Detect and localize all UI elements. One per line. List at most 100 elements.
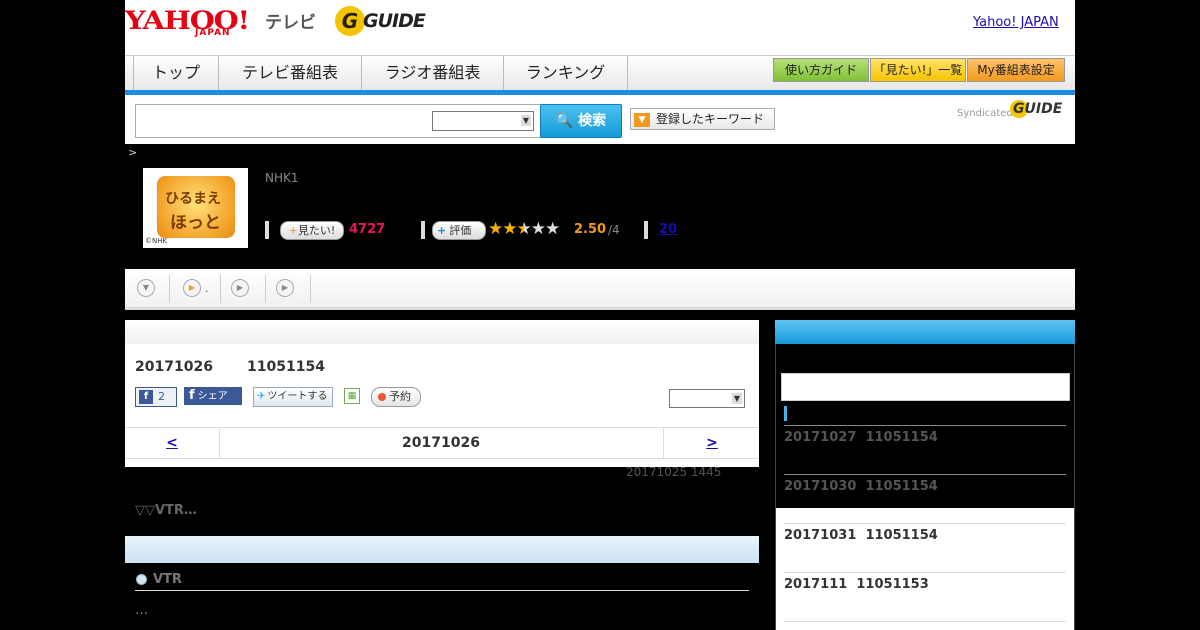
rating-max: /4 [608, 223, 620, 237]
list-item-date: 2017111 [784, 577, 848, 592]
list-item[interactable]: 2017111 11051153 [784, 577, 929, 592]
list-item-id: 11051154 [865, 528, 938, 543]
list-item[interactable]: 20171031 11051154 [784, 528, 938, 543]
play-icon[interactable]: ▶ [231, 279, 249, 297]
mitai-list-button[interactable]: 「見たい!」一覧 [870, 58, 966, 82]
star-icon: ★ [530, 219, 546, 239]
tab-divider [310, 275, 311, 303]
tv-label[interactable]: テレビ [265, 8, 316, 33]
thumbnail-credit: ©NHK [145, 237, 168, 245]
guide-button[interactable]: 使い方ガイド [773, 58, 869, 82]
nav-tab-top[interactable]: トップ [134, 56, 219, 90]
episode-panel-header [125, 320, 759, 344]
divider [421, 221, 425, 239]
plus-icon: + [288, 224, 298, 237]
episode-panel: 20171026 11051154 f2 f シェア ✈ ツイートする ▦ 予約 ▼… [125, 320, 759, 467]
add-calendar-icon[interactable]: ▦ [344, 388, 360, 404]
nav-tab-tv-listings[interactable]: テレビ番組表 [219, 56, 362, 90]
record-icon [378, 393, 386, 401]
rating-value: 2.50 [574, 222, 607, 237]
site-header: YAHOO! JAPAN テレビ G GUIDE Yahoo! JAPAN [125, 0, 1075, 55]
search-category-select[interactable]: ▼ [432, 111, 534, 131]
search-button[interactable]: 🔍 検索 [540, 104, 622, 138]
rate-button[interactable]: + 評価 [432, 221, 486, 240]
facebook-icon: f [189, 388, 195, 403]
divider [644, 221, 648, 239]
tab-divider [220, 275, 221, 303]
registered-keywords-label: 登録したキーワード [656, 112, 765, 126]
star-icon: ★ [545, 219, 560, 239]
air-time-id: 11051154 [247, 359, 325, 375]
current-day: 20171026 [402, 435, 480, 451]
divider [784, 523, 1066, 524]
prev-day-link[interactable]: < [125, 428, 220, 458]
nav-edge [125, 56, 134, 90]
nav-tab-ranking[interactable]: ランキング [504, 56, 628, 90]
twitter-bird-icon: ✈ [257, 391, 266, 402]
divider [135, 590, 749, 591]
star-half-icon: ★ [516, 219, 532, 239]
divider [784, 621, 1066, 622]
tweet-button[interactable]: ✈ ツイートする [253, 387, 333, 407]
yahoo-japan-link[interactable]: Yahoo! JAPAN [973, 15, 1059, 30]
divider [265, 221, 269, 239]
program-summary: ▽▽VTR… [135, 503, 197, 518]
plus-icon: + [437, 224, 447, 237]
tab-divider [265, 275, 266, 303]
detail-section-title: VTR [153, 572, 182, 587]
facebook-icon: f [139, 390, 153, 404]
day-navigation: < 20171026 > [125, 427, 759, 459]
play-icon[interactable]: ▶ [183, 279, 201, 297]
detail-section-bar [125, 536, 759, 563]
mitai-button[interactable]: +見たい! [280, 221, 344, 240]
detail-section-body: … [135, 603, 148, 618]
mitai-count: 4727 [349, 222, 386, 237]
search-icon: 🔍 [555, 113, 574, 129]
registered-keywords-button[interactable]: ▼ 登録したキーワード [630, 108, 775, 130]
facebook-share-label: シェア [197, 391, 228, 402]
facebook-like-button[interactable]: f2 [135, 387, 177, 407]
mitai-button-label: 見たい! [297, 224, 336, 237]
sidebar-section-mark [784, 406, 787, 421]
yahoo-japan-sublogo: JAPAN [195, 28, 231, 38]
chevron-down-icon: ▼ [521, 115, 531, 126]
sidebar-list-bg [776, 508, 1074, 630]
tab-label[interactable]: . [205, 282, 209, 295]
list-item-id: 11051154 [865, 479, 938, 494]
main-nav: トップ テレビ番組表 ラジオ番組表 ランキング 使い方ガイド 「見たい!」一覧 … [125, 55, 1075, 92]
list-item-date: 20171027 [784, 430, 857, 445]
facebook-like-count: 2 [158, 390, 165, 403]
review-count-link[interactable]: 20 [659, 222, 677, 237]
chevron-down-icon[interactable]: ▼ [137, 279, 155, 297]
facebook-share-button[interactable]: f シェア [184, 387, 242, 405]
syndicated-label: Syndicated [957, 108, 1013, 119]
air-date: 20171026 [135, 359, 213, 375]
episode-select[interactable]: ▼ [669, 389, 745, 408]
dropdown-arrow-icon: ▼ [634, 112, 650, 127]
search-bar: ▼ 🔍 検索 ▼ 登録したキーワード Syndicated GUIDE [125, 95, 1075, 144]
divider [784, 425, 1066, 426]
gguide-logo-icon[interactable]: G [335, 6, 365, 36]
next-day-link[interactable]: > [663, 428, 760, 458]
nav-tab-radio-listings[interactable]: ラジオ番組表 [362, 56, 504, 90]
play-icon[interactable]: ▶ [276, 279, 294, 297]
sidebar-header [775, 320, 1075, 344]
list-item-date: 20171030 [784, 479, 857, 494]
list-item[interactable]: 20171027 11051154 [784, 430, 938, 445]
list-item-id: 11051154 [865, 430, 938, 445]
chevron-down-icon: ▼ [732, 393, 742, 404]
star-icon: ★ [502, 219, 517, 239]
my-listings-settings-button[interactable]: My番組表設定 [967, 58, 1065, 82]
rating-stars: ★★★★★ [488, 219, 560, 239]
reserve-button[interactable]: 予約 [371, 387, 421, 407]
channel-name: NHK1 [265, 171, 299, 185]
updated-timestamp: 20171025 1445 [626, 465, 722, 479]
list-item[interactable]: 20171030 11051154 [784, 479, 938, 494]
list-item-date: 20171031 [784, 528, 857, 543]
program-logo-text-1: ひるまえ [165, 191, 221, 207]
breadcrumb[interactable]: > [128, 146, 137, 159]
bullet-icon [136, 574, 147, 585]
sidebar-box [781, 373, 1070, 401]
tweet-label: ツイートする [267, 391, 328, 402]
divider [784, 474, 1066, 475]
